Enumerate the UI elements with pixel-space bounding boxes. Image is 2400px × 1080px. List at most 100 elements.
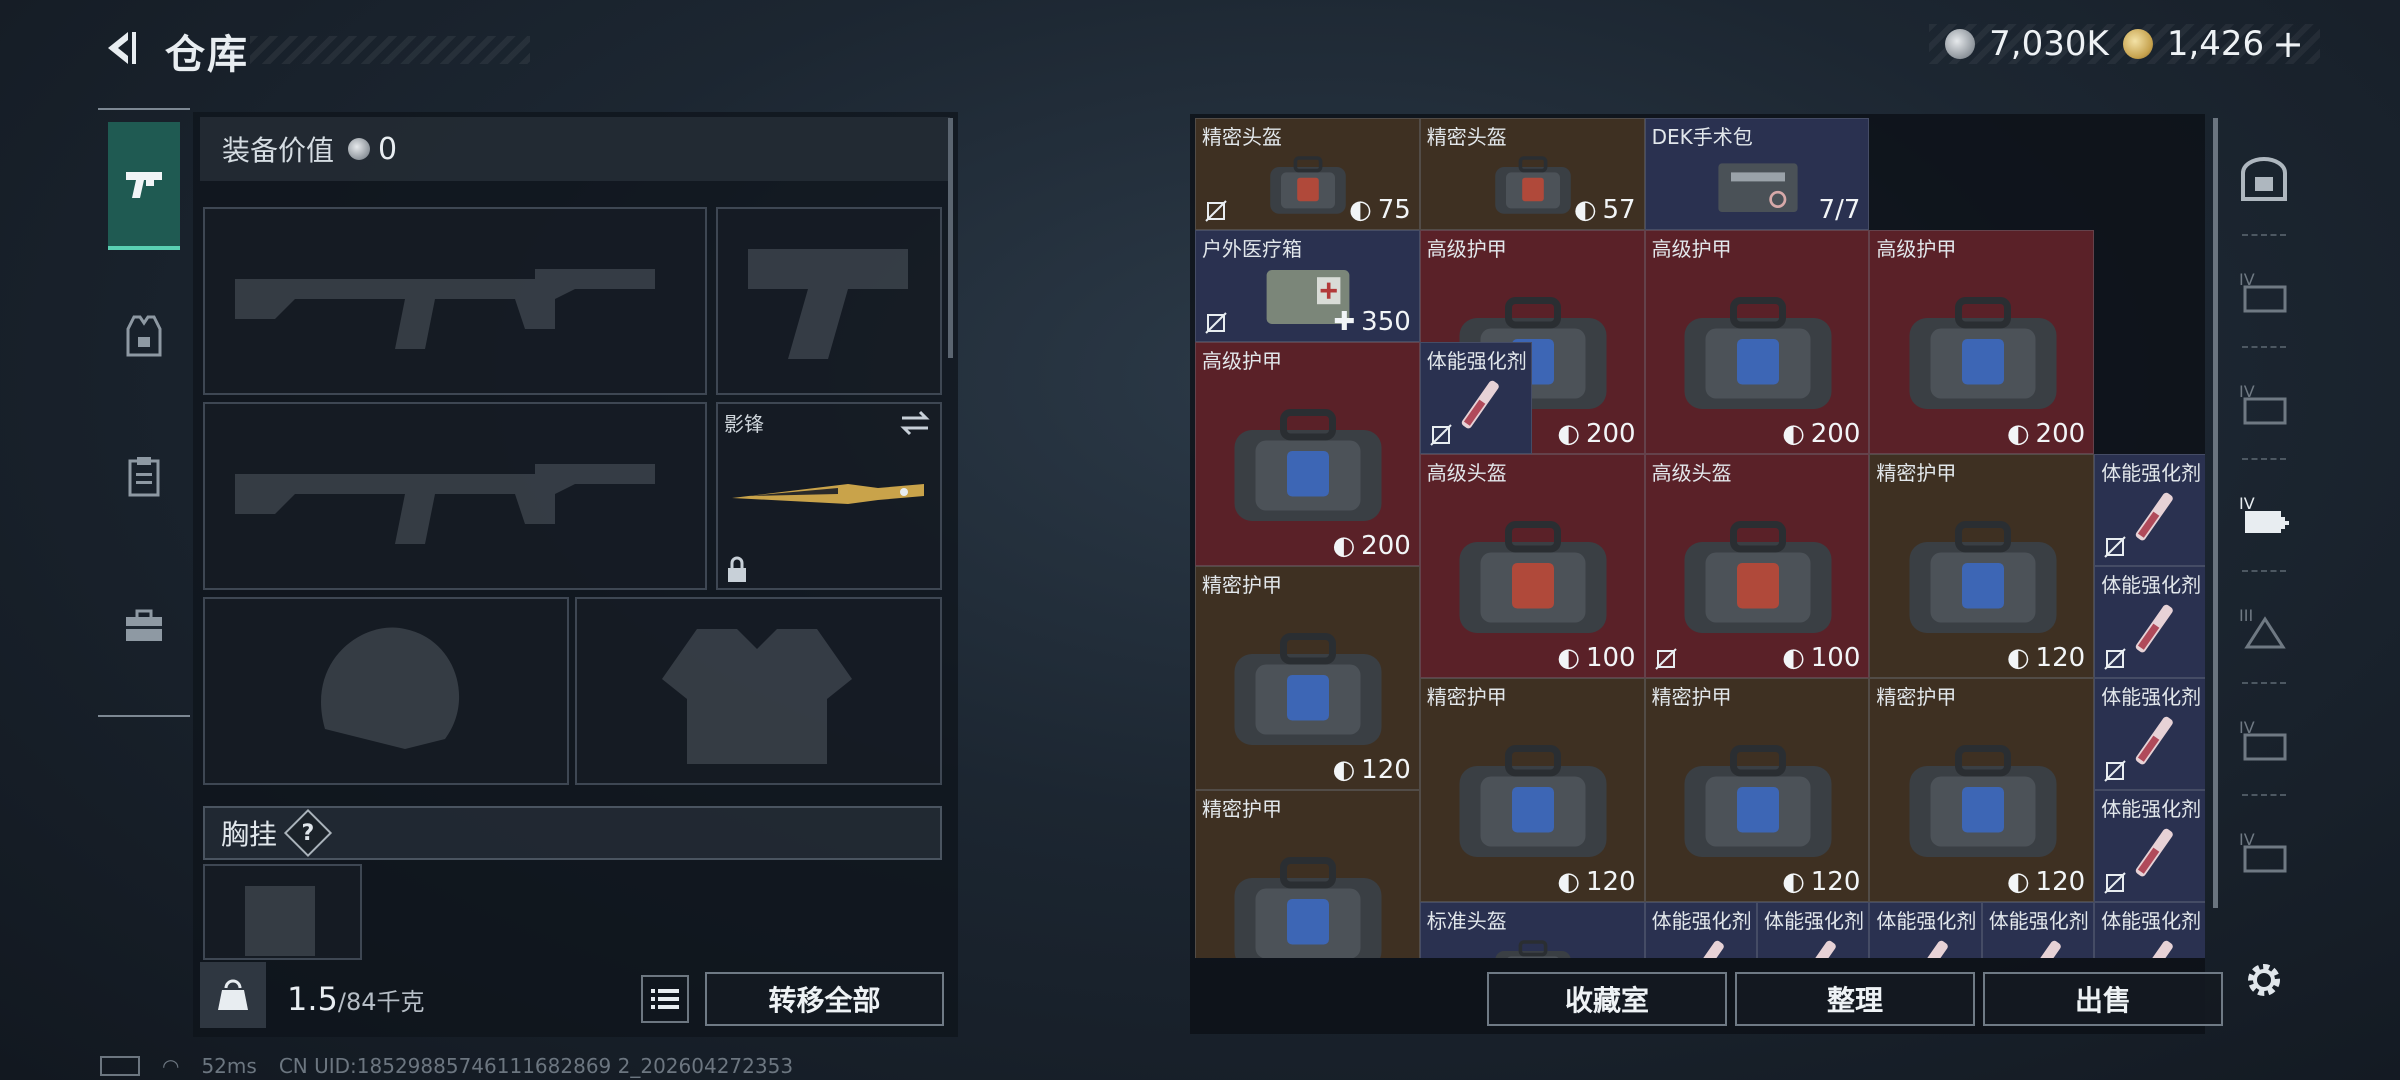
- inventory-item[interactable]: 精密护甲: [1195, 790, 1420, 958]
- page-title: 仓库: [165, 32, 249, 78]
- equipment-scrollbar[interactable]: [948, 118, 953, 358]
- sidebar-item-safe[interactable]: [2236, 150, 2292, 206]
- item-name: 高级头盔: [1426, 461, 1507, 485]
- primary-weapon-slot[interactable]: [203, 207, 707, 395]
- sidebar-item-case-4b[interactable]: IV: [2236, 376, 2292, 432]
- sidebar-item-case-4c[interactable]: IV: [2236, 712, 2292, 768]
- sell-button[interactable]: 出售: [1983, 972, 2223, 1026]
- inventory-item[interactable]: 高级护甲 ◐ 200: [1195, 342, 1420, 566]
- rifle-placeholder-icon: [235, 269, 655, 349]
- inventory-item[interactable]: 高级护甲 ◐ 200: [1644, 230, 1870, 454]
- inventory-item[interactable]: 体能强化剂: [2094, 902, 2205, 958]
- inventory-item[interactable]: 精密护甲 ◐ 120: [1644, 678, 1870, 902]
- item-durability: ✚ 350: [1333, 307, 1410, 337]
- item-name: 高级护甲: [1426, 237, 1507, 261]
- sidebar-item-medical-case[interactable]: IV: [2236, 488, 2292, 544]
- transfer-all-button[interactable]: 转移全部: [705, 972, 944, 1026]
- sidebar-divider: [2242, 570, 2286, 573]
- helmet-placeholder-icon: [321, 627, 460, 749]
- inventory-item[interactable]: 高级头盔 ◐ 100: [1419, 454, 1645, 678]
- rifle-placeholder-icon: [235, 464, 655, 544]
- back-arrow-icon[interactable]: [98, 26, 142, 70]
- list-view-button[interactable]: [641, 975, 689, 1023]
- chest-rig-slot[interactable]: [203, 864, 362, 960]
- inventory-scrollbar[interactable]: [2213, 118, 2218, 908]
- currency-bar: 7,030K 1,426 +: [1929, 22, 2320, 66]
- inventory-item[interactable]: 体能强化剂: [2094, 454, 2205, 566]
- secondary-weapon-slot[interactable]: [716, 207, 942, 395]
- helmet-slot[interactable]: [203, 597, 569, 785]
- inventory-item[interactable]: 精密头盔 ◐ 57: [1419, 118, 1645, 230]
- tab-weapons[interactable]: [108, 122, 180, 250]
- organize-button[interactable]: 整理: [1735, 972, 1975, 1026]
- item-name: 体能强化剂: [1651, 909, 1752, 933]
- helmet-bag-icon: [1495, 940, 1571, 958]
- sidebar-item-case-3[interactable]: III: [2236, 600, 2292, 656]
- sidebar-divider: [2242, 794, 2286, 797]
- inventory-item[interactable]: 体能强化剂: [1757, 902, 1870, 958]
- inventory-item[interactable]: 精密头盔 ◐ 75: [1195, 118, 1420, 230]
- melee-slot[interactable]: 影锋: [716, 402, 942, 590]
- inventory-item[interactable]: 精密护甲 ◐ 120: [1419, 678, 1645, 902]
- inventory-item[interactable]: 高级头盔 ◐ 100: [1644, 454, 1870, 678]
- inventory-item[interactable]: 户外医疗箱 ✚ 350: [1195, 230, 1420, 342]
- inventory-item[interactable]: DEK手术包 7/7: [1644, 118, 1870, 230]
- sidebar-item-case-4d[interactable]: IV: [2236, 824, 2292, 880]
- inventory-item[interactable]: 精密护甲 ◐ 120: [1195, 566, 1420, 790]
- inventory-item[interactable]: 精密护甲 ◐ 120: [1869, 454, 2095, 678]
- inventory-item[interactable]: 高级护甲 ◐ 200: [1869, 230, 2095, 454]
- item-name: 精密头盔: [1202, 125, 1282, 149]
- item-name: 精密护甲: [1651, 685, 1732, 709]
- armor-vest-icon: [126, 315, 162, 357]
- inventory-item[interactable]: 标准头盔: [1419, 902, 1645, 958]
- no-insure-icon: [2104, 760, 2126, 782]
- armor-bag-icon: [1684, 745, 1832, 857]
- weight-max: /84千克: [337, 988, 425, 1016]
- item-name: 高级护甲: [1202, 349, 1282, 373]
- armor-bag-icon: [1234, 857, 1382, 958]
- chest-rig-header: 胸挂 ?: [203, 806, 942, 860]
- tab-toolbox[interactable]: [108, 590, 180, 662]
- tab-consumables[interactable]: [108, 440, 180, 512]
- item-name: 精密护甲: [1876, 685, 1957, 709]
- gear-icon: [2248, 964, 2280, 996]
- inventory-item[interactable]: 体能强化剂: [1981, 902, 2095, 958]
- body-armor-slot[interactable]: [575, 597, 942, 785]
- primary-weapon-slot-2[interactable]: [203, 402, 707, 590]
- armor-bag-icon: [1459, 745, 1607, 857]
- no-insure-icon: [1430, 424, 1452, 446]
- inventory-item[interactable]: 体能强化剂: [2094, 678, 2205, 790]
- shield-icon: ◐: [1557, 643, 1580, 673]
- weight-current: 1.5: [287, 980, 338, 1018]
- inventory-item[interactable]: 体能强化剂: [1419, 342, 1533, 454]
- inventory-item[interactable]: 体能强化剂: [2094, 790, 2205, 902]
- armor-bag-icon: [1909, 521, 2057, 633]
- item-durability: ◐ 120: [2007, 867, 2085, 897]
- swap-icon[interactable]: [900, 410, 930, 436]
- no-insure-icon: [2104, 648, 2126, 670]
- weight-icon: [200, 962, 266, 1028]
- tab-armor[interactable]: [108, 300, 180, 372]
- item-value: 100: [1585, 643, 1636, 673]
- item-name: 体能强化剂: [2101, 909, 2202, 933]
- item-durability: ◐ 100: [1782, 643, 1860, 673]
- sidebar-item-case-4a[interactable]: IV: [2236, 264, 2292, 320]
- case-tier4-icon: IV: [2239, 830, 2287, 873]
- inventory-item[interactable]: 体能强化剂: [1644, 902, 1757, 958]
- add-currency-button[interactable]: +: [2272, 22, 2304, 66]
- inventory-item[interactable]: 体能强化剂: [2094, 566, 2205, 678]
- carry-weight: 1.5/84千克: [287, 980, 425, 1018]
- settings-button[interactable]: [2236, 952, 2292, 1008]
- inventory-item[interactable]: 精密护甲 ◐ 120: [1869, 678, 2095, 902]
- helmet-bag-icon: [1459, 521, 1607, 633]
- help-icon[interactable]: ?: [283, 808, 333, 858]
- vest-placeholder-icon: [662, 629, 852, 764]
- clipboard-icon: [128, 457, 160, 497]
- collection-room-button[interactable]: 收藏室: [1487, 972, 1727, 1026]
- wifi-icon: ◠: [162, 1054, 180, 1078]
- case-tier4-icon: IV: [2239, 718, 2287, 761]
- inventory-item[interactable]: 体能强化剂: [1869, 902, 1982, 958]
- item-value: 120: [1585, 867, 1636, 897]
- title-decoration: [250, 36, 530, 64]
- chest-rig-placeholder-icon: [245, 886, 315, 956]
